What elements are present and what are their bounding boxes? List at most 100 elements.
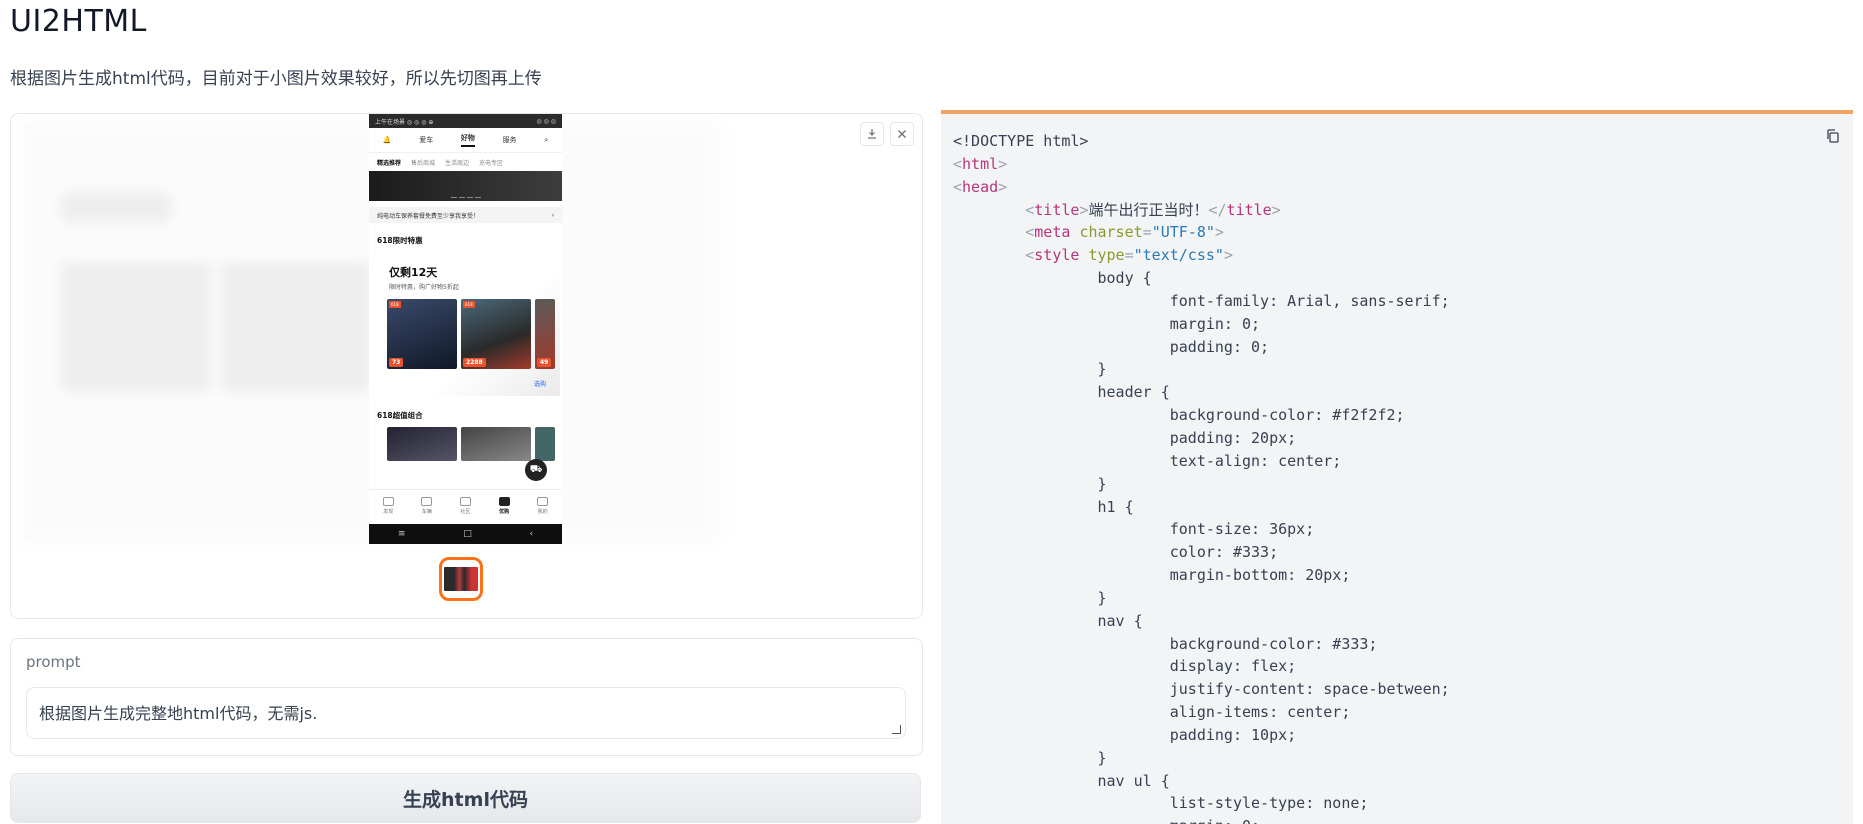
phone-product-card: 618 73: [387, 299, 457, 369]
code-line: <!DOCTYPE html>: [953, 130, 1450, 153]
thumbnail-preview: [444, 567, 478, 591]
prompt-textarea[interactable]: 根据图片生成完整地html代码，无需js.: [26, 687, 906, 739]
code-token: >: [998, 177, 1008, 196]
code-line: color: #333;: [953, 541, 1450, 564]
code-line: nav {: [953, 610, 1450, 633]
code-token: margin: 0;: [953, 817, 1260, 824]
code-token: "text/css": [1133, 246, 1224, 265]
code-line: <html>: [953, 153, 1450, 176]
phone-section-title: 618超值组合: [377, 411, 423, 420]
code-line: padding: 20px;: [953, 427, 1450, 450]
phone-subtab: 售后商城: [411, 159, 436, 167]
phone-sub-tabs: 精选推荐 售后商城 生活周边 充电专区: [369, 153, 562, 171]
code-line: h1 {: [953, 496, 1450, 519]
code-token: 端午出行正当时！: [1088, 200, 1209, 219]
code-token: head: [962, 177, 999, 196]
code-line: padding: 10px;: [953, 724, 1450, 747]
code-token: padding: 20px;: [953, 428, 1297, 447]
code-token: nav ul {: [953, 771, 1170, 790]
code-token: "UTF-8": [1151, 223, 1215, 242]
phone-tabbar-item: 车辆: [421, 497, 433, 515]
code-token: <: [953, 154, 963, 173]
code-line: font-size: 36px;: [953, 518, 1450, 541]
phone-tabbar-item: 发现: [382, 497, 394, 515]
code-token: style: [1034, 246, 1080, 265]
code-token: charset: [1079, 223, 1143, 242]
phone-preview: 上午在场景 ◎ ◎ ◎ ⊕ ◎ ◎ ◎ 🔔 爱车 好物 服务 ⌕ 精选推荐 售后…: [369, 114, 562, 544]
phone-tabbar-item: 社区: [459, 497, 471, 515]
image-thumbnail[interactable]: [439, 557, 483, 601]
code-token: list-style-type: none;: [953, 794, 1369, 813]
phone-bell-icon: 🔔: [382, 136, 392, 144]
download-icon[interactable]: [860, 122, 884, 146]
code-token: align-items: center;: [953, 703, 1351, 722]
phone-cart-icon: ⛟: [525, 459, 547, 481]
phone-notice: 纯电动车保养套餐免费至少享我享受！ ›: [369, 207, 562, 223]
code-line: margin: 0;: [953, 815, 1450, 824]
code-token: }: [953, 474, 1107, 493]
code-token: >: [1223, 246, 1233, 265]
code-token: color: #333;: [953, 543, 1279, 562]
code-token: text-align: center;: [953, 451, 1342, 470]
prompt-value: 根据图片生成完整地html代码，无需js.: [39, 704, 318, 723]
code-token: header {: [953, 383, 1170, 402]
page-title: UI2HTML: [10, 4, 147, 39]
phone-status-text: 上午在场景 ◎ ◎ ◎ ⊕: [375, 118, 434, 126]
code-token: <: [953, 177, 963, 196]
phone-combo-row: [369, 427, 562, 461]
code-line: align-items: center;: [953, 701, 1450, 724]
code-token: }: [953, 748, 1107, 767]
phone-product-card: 49: [535, 299, 555, 369]
code-line: }: [953, 587, 1450, 610]
code-token: font-family: Arial, sans-serif;: [953, 291, 1450, 310]
code-line: font-family: Arial, sans-serif;: [953, 290, 1450, 313]
code-token: nav {: [953, 611, 1143, 630]
code-token: justify-content: space-between;: [953, 680, 1450, 699]
phone-tab-goods: 好物: [460, 133, 475, 147]
phone-banner: [369, 171, 562, 201]
copy-icon[interactable]: [1825, 128, 1841, 144]
phone-product-price: 73: [389, 358, 404, 367]
image-panel[interactable]: 上午在场景 ◎ ◎ ◎ ⊕ ◎ ◎ ◎ 🔔 爱车 好物 服务 ⌕ 精选推荐 售后…: [10, 113, 923, 619]
code-line: }: [953, 358, 1450, 381]
phone-system-nav: ≡ □ ‹: [369, 524, 562, 544]
code-token: meta: [1034, 223, 1071, 242]
phone-tab-service: 服务: [502, 136, 517, 144]
prompt-container: prompt 根据图片生成完整地html代码，无需js.: [10, 638, 923, 756]
code-token: padding: 10px;: [953, 725, 1297, 744]
code-token: title: [1226, 200, 1272, 219]
code-line: <title>端午出行正当时！</title>: [953, 199, 1450, 222]
code-line: display: flex;: [953, 655, 1450, 678]
phone-subtab: 充电专区: [479, 159, 504, 167]
code-line: header {: [953, 381, 1450, 404]
code-line: background-color: #f2f2f2;: [953, 404, 1450, 427]
phone-promo-subtitle: 限时特惠，购广好物5折起: [389, 284, 459, 291]
close-icon[interactable]: [890, 122, 914, 146]
code-line: margin-bottom: 20px;: [953, 564, 1450, 587]
phone-back-icon: ‹: [529, 529, 534, 539]
code-token: =: [1124, 246, 1134, 265]
phone-status-bar: 上午在场景 ◎ ◎ ◎ ⊕ ◎ ◎ ◎: [369, 114, 562, 128]
code-token: display: flex;: [953, 657, 1297, 676]
code-line: body {: [953, 267, 1450, 290]
code-block: <!DOCTYPE html> <html> <head> <title>端午出行正…: [953, 130, 1450, 824]
code-token: >: [1214, 223, 1224, 242]
code-token: <!DOCTYPE html>: [953, 132, 1089, 150]
code-token: html: [962, 154, 999, 173]
code-line: margin: 0;: [953, 313, 1450, 336]
phone-search-icon: ⌕: [544, 135, 549, 144]
code-line: }: [953, 747, 1450, 770]
phone-subtab: 精选推荐: [377, 159, 402, 167]
phone-home-icon: □: [463, 529, 472, 539]
code-token: body {: [953, 269, 1152, 288]
code-token: title: [1034, 200, 1080, 219]
resize-handle[interactable]: [892, 725, 901, 734]
code-line: background-color: #333;: [953, 633, 1450, 656]
phone-promo-card: 仅剩12天 限时特惠，购广好物5折起 618 73 618 2288 49 选购: [377, 256, 560, 396]
code-token: >: [998, 154, 1008, 173]
prompt-label: prompt: [26, 653, 81, 671]
code-output-panel[interactable]: <!DOCTYPE html> <html> <head> <title>端午出行正…: [941, 110, 1853, 824]
generate-html-button[interactable]: 生成html代码: [10, 773, 921, 823]
